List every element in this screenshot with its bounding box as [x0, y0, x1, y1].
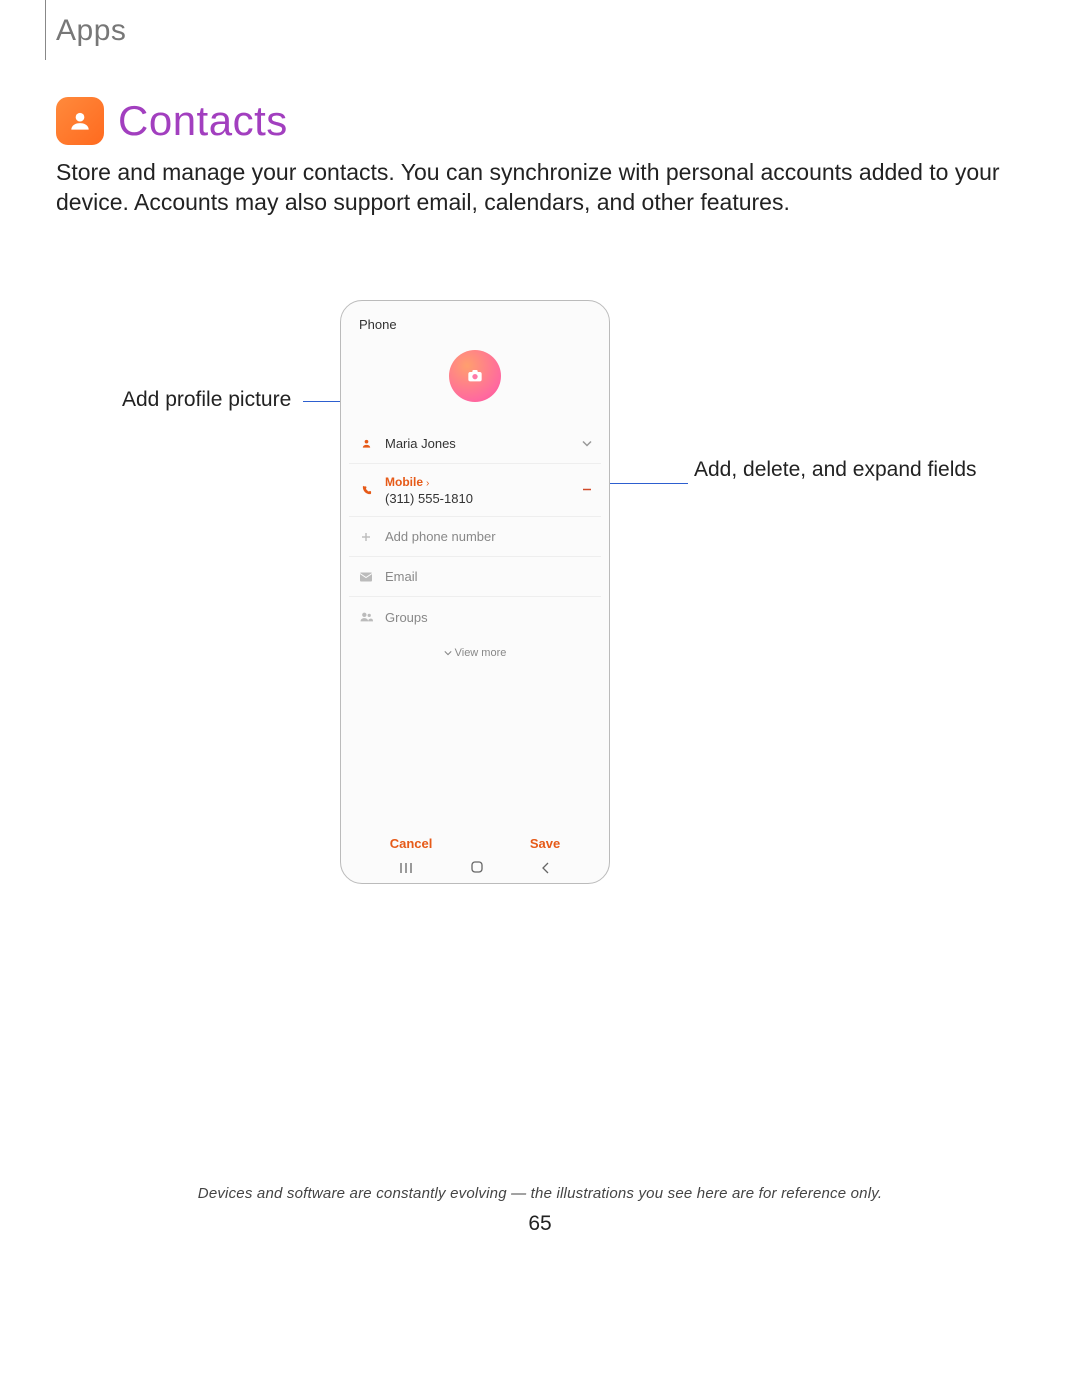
expand-name-button[interactable] [579, 436, 595, 451]
delete-mobile-button[interactable] [579, 483, 595, 498]
section-label: Apps [56, 14, 126, 48]
email-field[interactable]: Email [349, 557, 601, 597]
cancel-button[interactable]: Cancel [390, 836, 433, 851]
back-button[interactable] [541, 861, 551, 877]
add-phone-number-row[interactable]: Add phone number [349, 517, 601, 557]
mobile-type-label[interactable]: Mobile [385, 475, 423, 489]
email-icon [357, 572, 375, 582]
description-text: Store and manage your contacts. You can … [56, 158, 1025, 218]
save-button[interactable]: Save [530, 836, 560, 851]
chevron-right-icon: › [426, 478, 429, 489]
android-nav-bar [341, 860, 609, 877]
footnote-text: Devices and software are constantly evol… [0, 1185, 1080, 1202]
back-icon [541, 862, 551, 874]
chevron-down-icon [444, 649, 452, 657]
mobile-number-value: (311) 555-1810 [385, 491, 473, 506]
phone-icon [357, 485, 375, 496]
email-label: Email [385, 569, 418, 584]
view-more-button[interactable]: View more [349, 637, 601, 663]
groups-field[interactable]: Groups [349, 597, 601, 637]
add-phone-label: Add phone number [385, 529, 496, 544]
phone-mockup: Phone Maria Jones [340, 300, 610, 884]
mobile-field[interactable]: Mobile› (311) 555-1810 [349, 464, 601, 517]
home-icon [470, 860, 484, 874]
callout-add-profile-picture: Add profile picture [122, 388, 291, 412]
contacts-app-icon [56, 97, 104, 145]
camera-icon [467, 369, 483, 383]
page-title: Contacts [118, 97, 288, 145]
header-rule [45, 0, 46, 60]
person-icon [357, 438, 375, 449]
name-value: Maria Jones [385, 436, 456, 451]
page-number: 65 [0, 1212, 1080, 1236]
phone-header: Phone [341, 301, 609, 332]
recent-apps-button[interactable] [399, 861, 413, 877]
add-profile-picture-button[interactable] [449, 350, 501, 402]
plus-icon [357, 532, 375, 542]
callout-add-delete-expand: Add, delete, and expand fields [694, 458, 977, 482]
home-button[interactable] [470, 860, 484, 877]
name-field[interactable]: Maria Jones [349, 424, 601, 464]
recent-apps-icon [399, 862, 413, 874]
groups-icon [357, 612, 375, 622]
groups-label: Groups [385, 610, 428, 625]
minus-icon [582, 485, 592, 495]
chevron-down-icon [582, 438, 592, 448]
